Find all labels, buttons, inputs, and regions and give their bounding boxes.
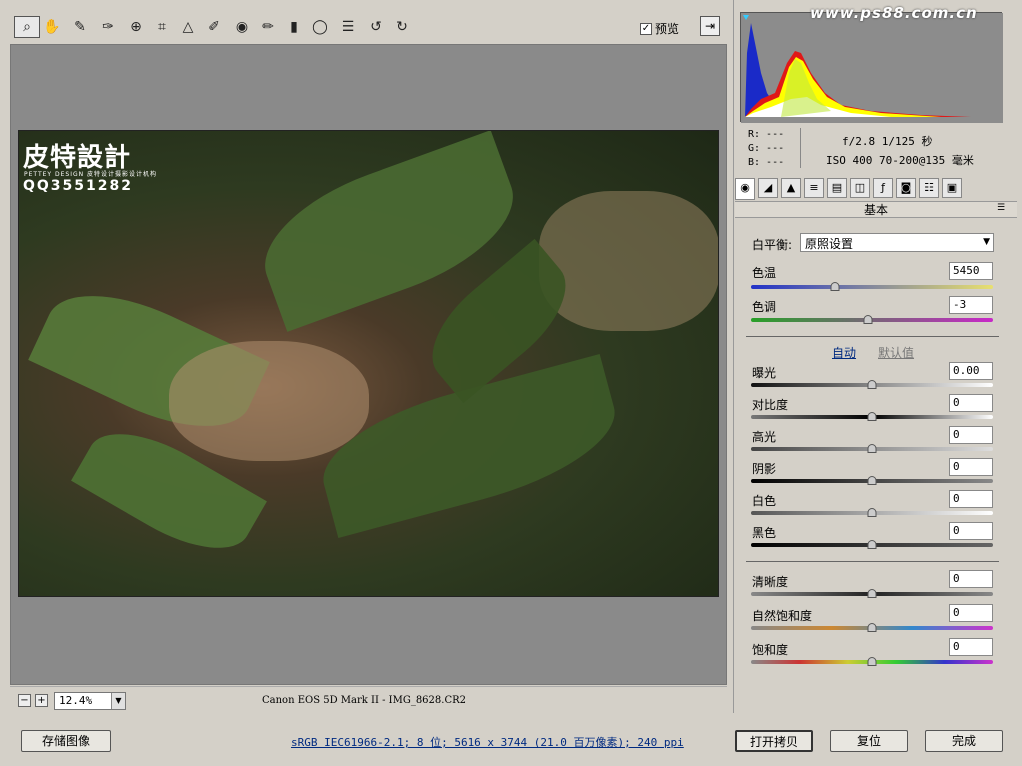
- saturation-label: 饱和度: [752, 643, 789, 657]
- panel-tabs: ◉ ◢ ▲ ≡ ▤ ◫ ƒ ◙ ☷ ▣: [735, 178, 1017, 200]
- contrast-slider-thumb[interactable]: [867, 412, 877, 421]
- shadows-slider-thumb[interactable]: [867, 476, 877, 485]
- divider: [746, 336, 999, 337]
- tab-tone-curve[interactable]: ◢: [758, 178, 778, 198]
- rotate-left-icon[interactable]: ↺: [364, 15, 388, 39]
- contrast-label: 对比度: [752, 398, 789, 412]
- histogram: [740, 12, 1003, 123]
- zoom-icon[interactable]: ⌕: [14, 16, 40, 38]
- reset-button[interactable]: 复位: [830, 730, 908, 752]
- b-value: B: ---: [748, 157, 785, 168]
- vibrance-slider-thumb[interactable]: [867, 623, 877, 632]
- whites-input[interactable]: 0: [949, 490, 993, 508]
- default-link[interactable]: 默认值: [878, 344, 914, 361]
- spot-removal-icon[interactable]: ✐: [202, 15, 226, 39]
- tab-split-toning[interactable]: ▤: [827, 178, 847, 198]
- tab-detail[interactable]: ▲: [781, 178, 801, 198]
- shadows-input[interactable]: 0: [949, 458, 993, 476]
- divider: [746, 561, 999, 562]
- clarity-label: 清晰度: [752, 575, 789, 589]
- color-sampler-icon[interactable]: ✑: [96, 15, 120, 39]
- white-balance-icon[interactable]: ✎: [68, 15, 92, 39]
- red-eye-icon[interactable]: ◉: [230, 15, 254, 39]
- preview-checkbox[interactable]: ✓: [640, 22, 652, 35]
- highlights-input[interactable]: 0: [949, 426, 993, 444]
- done-button[interactable]: 完成: [925, 730, 1003, 752]
- zoom-out-button[interactable]: −: [18, 694, 31, 707]
- blacks-slider-thumb[interactable]: [867, 540, 877, 549]
- white-balance-label: 白平衡:: [752, 238, 793, 252]
- blacks-label: 黑色: [752, 526, 777, 540]
- white-balance-value: 原照设置: [805, 237, 854, 251]
- preferences-icon[interactable]: ☰: [336, 15, 360, 39]
- clarity-input[interactable]: 0: [949, 570, 993, 588]
- highlights-slider-thumb[interactable]: [867, 444, 877, 453]
- toolbar: ⌕ ✋ ✎ ✑ ⊕ ⌗ △ ✐ ◉ ✏ ▮ ◯ ☰ ↺ ↻: [0, 0, 730, 44]
- whites-label: 白色: [752, 494, 777, 508]
- tab-presets[interactable]: ☷: [919, 178, 939, 198]
- status-bar: − + 12.4% ▼ Canon EOS 5D Mark II - IMG_8…: [10, 686, 727, 713]
- tint-slider-thumb[interactable]: [863, 315, 873, 324]
- shadows-label: 阴影: [752, 462, 777, 476]
- tab-camera-calibration[interactable]: ◙: [896, 178, 916, 198]
- preview-label: 预览: [655, 22, 680, 36]
- highlights-label: 高光: [752, 430, 777, 444]
- chevron-down-icon[interactable]: ▼: [111, 693, 125, 709]
- tint-label: 色调: [752, 300, 777, 314]
- camera-file-label: Canon EOS 5D Mark II - IMG_8628.CR2: [262, 695, 466, 706]
- rotate-right-icon[interactable]: ↻: [390, 15, 414, 39]
- graduated-filter-icon[interactable]: ▮: [282, 15, 306, 39]
- clarity-slider-thumb[interactable]: [867, 589, 877, 598]
- g-value: G: ---: [748, 143, 785, 154]
- white-balance-select[interactable]: 原照设置 ▼: [800, 233, 994, 252]
- temp-slider-thumb[interactable]: [830, 282, 840, 291]
- straighten-icon[interactable]: △: [176, 15, 200, 39]
- auto-link[interactable]: 自动: [832, 344, 856, 361]
- exposure-input[interactable]: 0.00: [949, 362, 993, 380]
- adjustment-brush-icon[interactable]: ✏: [256, 15, 280, 39]
- photo-preview[interactable]: 皮特設計 PETTEY DESIGN 皮特设计摄影设计机构 QQ3551282: [18, 130, 719, 597]
- exposure-label: 曝光: [752, 366, 777, 380]
- zoom-in-button[interactable]: +: [35, 694, 48, 707]
- brand-sub-watermark: PETTEY DESIGN 皮特设计摄影设计机构: [24, 171, 158, 178]
- crop-icon[interactable]: ⌗: [150, 15, 174, 39]
- tab-basic[interactable]: ◉: [735, 178, 755, 200]
- temp-label: 色温: [752, 266, 777, 280]
- tint-input[interactable]: -3: [949, 296, 993, 314]
- tab-hsl[interactable]: ≡: [804, 178, 824, 198]
- tab-effects[interactable]: ƒ: [873, 178, 893, 198]
- temp-input[interactable]: 5450: [949, 262, 993, 280]
- panel-menu-icon[interactable]: ☰: [997, 203, 1005, 213]
- temp-slider-track[interactable]: [751, 285, 993, 289]
- camera-info: f/2.8 1/125 秒 ISO 400 70-200@135 毫米: [826, 132, 974, 170]
- rgb-readout: R: --- G: --- B: ---: [748, 128, 784, 170]
- saturation-input[interactable]: 0: [949, 638, 993, 656]
- radial-filter-icon[interactable]: ◯: [308, 15, 332, 39]
- saturation-slider-thumb[interactable]: [867, 657, 877, 666]
- save-image-button[interactable]: 存储图像: [21, 730, 111, 752]
- tab-lens[interactable]: ◫: [850, 178, 870, 198]
- r-value: R: ---: [748, 129, 785, 140]
- vibrance-input[interactable]: 0: [949, 604, 993, 622]
- open-copy-button[interactable]: 打开拷贝: [735, 730, 813, 752]
- histogram-graph: [741, 13, 1003, 123]
- info-divider: [800, 128, 801, 168]
- target-adjustment-icon[interactable]: ⊕: [124, 15, 148, 39]
- whites-slider-thumb[interactable]: [867, 508, 877, 517]
- contrast-input[interactable]: 0: [949, 394, 993, 412]
- preview-toggle[interactable]: ✓ 预览: [640, 20, 679, 37]
- aperture-shutter: f/2.8 1/125 秒: [842, 135, 933, 148]
- vibrance-label: 自然饱和度: [752, 609, 813, 623]
- workflow-options-link[interactable]: sRGB IEC61966-2.1; 8 位; 5616 x 3744 (21.…: [291, 734, 684, 750]
- panel-title: 基本: [735, 201, 1017, 218]
- fullscreen-icon[interactable]: ⇥: [700, 16, 720, 36]
- iso-lens: ISO 400 70-200@135 毫米: [826, 154, 974, 167]
- qq-watermark: QQ3551282: [23, 178, 133, 194]
- exposure-slider-thumb[interactable]: [867, 380, 877, 389]
- chevron-down-icon: ▼: [983, 237, 990, 247]
- hand-icon[interactable]: ✋: [40, 15, 64, 39]
- blacks-input[interactable]: 0: [949, 522, 993, 540]
- tab-snapshots[interactable]: ▣: [942, 178, 962, 198]
- site-watermark: www.ps88.com.cn: [810, 4, 978, 22]
